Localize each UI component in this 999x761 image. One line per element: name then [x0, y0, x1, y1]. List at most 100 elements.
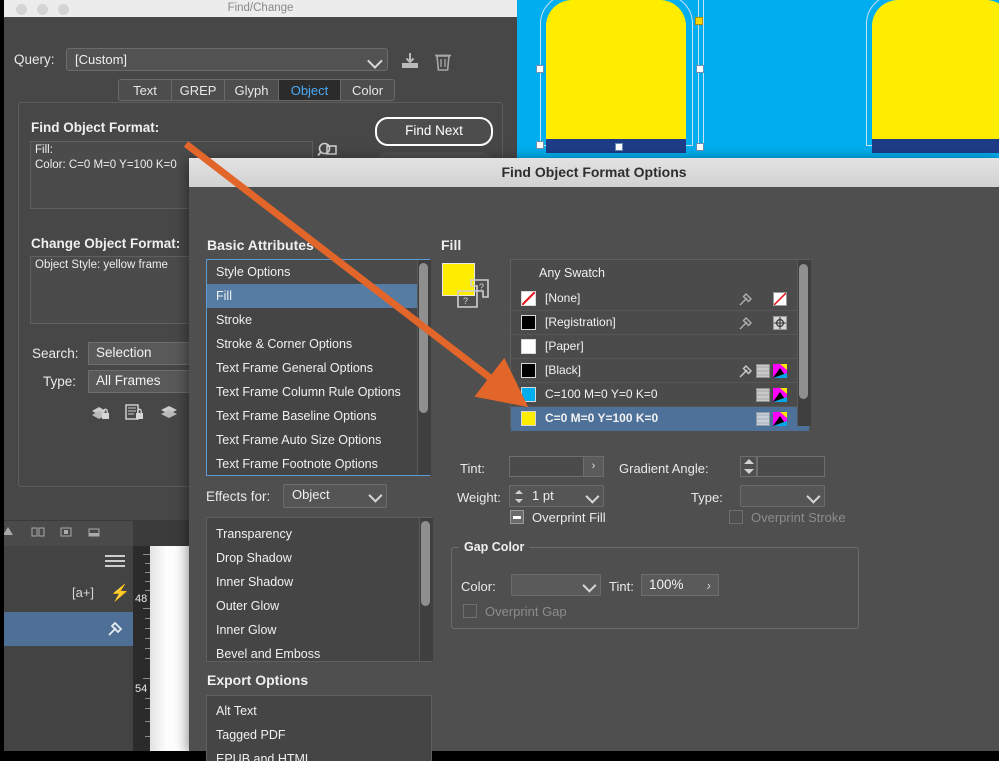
tint-input[interactable] [509, 456, 584, 477]
gap-color-legend: Gap Color [459, 540, 530, 554]
panel-tool-icon-2[interactable] [30, 525, 46, 539]
screen-edge-bottom [0, 751, 999, 761]
include-hidden-layers-icon[interactable] [158, 402, 180, 422]
weight-label: Weight: [457, 490, 501, 505]
selection-handle[interactable] [536, 65, 544, 73]
export-options-list[interactable]: Alt Text Tagged PDF EPUB and HTML [206, 695, 432, 761]
gap-tint-input[interactable]: 100% › [641, 574, 719, 596]
chevron-right-icon: › [706, 578, 711, 593]
type-select[interactable]: All Frames [88, 370, 198, 393]
registration-icon [773, 316, 787, 330]
swatch-row-registration[interactable]: [Registration] [511, 311, 809, 335]
fill-preview-icon: ? ? [442, 263, 489, 308]
spot-ink-icon [739, 317, 752, 330]
tint-label: Tint: [460, 461, 485, 476]
tab-glyph[interactable]: Glyph [225, 79, 279, 101]
svg-text:?: ? [479, 282, 484, 292]
weight-stepper[interactable] [514, 489, 525, 505]
list-item-fill[interactable]: Fill [207, 284, 429, 308]
find-change-title: Find/Change [227, 2, 294, 14]
tab-color[interactable]: Color [341, 79, 395, 101]
list-item-tf-footnote[interactable]: Text Frame Footnote Options [207, 452, 429, 475]
change-object-format-label: Change Object Format: [31, 236, 181, 251]
gradient-angle-stepper[interactable] [740, 456, 757, 477]
basic-attributes-scrollbar[interactable] [419, 263, 428, 413]
export-item-alt-text[interactable]: Alt Text [207, 699, 431, 723]
panel-tool-icon-4[interactable] [86, 525, 102, 539]
effects-item-transparency[interactable]: Transparency [207, 522, 431, 546]
tint-icon [756, 364, 770, 378]
tab-grep[interactable]: GREP [172, 79, 225, 101]
search-select[interactable]: Selection [88, 342, 198, 365]
overprint-fill-checkbox[interactable] [510, 510, 524, 524]
type-value: All Frames [96, 373, 161, 388]
panel-tool-icon-3[interactable] [58, 525, 74, 539]
selection-handle[interactable] [696, 143, 704, 151]
overprint-gap-checkbox[interactable] [463, 604, 477, 618]
effects-scrollbar[interactable] [421, 521, 430, 606]
swatch-row-yellow[interactable]: C=0 M=0 Y=100 K=0 [511, 407, 809, 431]
list-item-tf-general[interactable]: Text Frame General Options [207, 356, 429, 380]
effects-item-inner-shadow[interactable]: Inner Shadow [207, 570, 431, 594]
frame-band-3 [872, 139, 999, 153]
document-page [150, 546, 190, 751]
tab-object[interactable]: Object [279, 79, 341, 101]
quick-apply-icon: ⚡ [110, 585, 130, 602]
effects-item-drop-shadow[interactable]: Drop Shadow [207, 546, 431, 570]
gap-color-select[interactable] [511, 574, 601, 596]
selection-handle[interactable] [536, 141, 544, 149]
effects-item-inner-glow[interactable]: Inner Glow [207, 618, 431, 642]
chevron-down-icon [582, 578, 597, 593]
list-item-stroke-corner[interactable]: Stroke & Corner Options [207, 332, 429, 356]
panel-tool-icon-1[interactable] [2, 525, 18, 539]
panel-row[interactable]: [a+] ⚡ [0, 576, 133, 612]
list-item-tf-column-rule[interactable]: Text Frame Column Rule Options [207, 380, 429, 404]
chevron-down-icon [806, 489, 821, 504]
selection-handle-corner[interactable] [695, 17, 703, 25]
effects-item-bevel-emboss[interactable]: Bevel and Emboss [207, 642, 431, 661]
find-object-format-label: Find Object Format: [31, 120, 160, 135]
basic-attributes-list[interactable]: Style Options Fill Stroke Stroke & Corne… [206, 259, 430, 476]
list-item-tf-autosize[interactable]: Text Frame Auto Size Options [207, 428, 429, 452]
effects-item-outer-glow[interactable]: Outer Glow [207, 594, 431, 618]
effects-list[interactable]: Transparency Drop Shadow Inner Shadow Ou… [206, 517, 432, 662]
include-locked-stories-icon[interactable] [124, 402, 146, 422]
find-next-button[interactable]: Find Next [375, 117, 493, 146]
gap-tint-value: 100% [649, 577, 684, 592]
panel-tool-row [0, 521, 133, 547]
export-item-epub-html[interactable]: EPUB and HTML [207, 747, 431, 761]
yellow-frame-1 [546, 0, 686, 140]
list-item-stroke[interactable]: Stroke [207, 308, 429, 332]
weight-select[interactable]: 1 pt [509, 485, 604, 507]
gradient-angle-input[interactable] [757, 456, 825, 477]
text-plus-icon: [a+] [72, 585, 95, 600]
overprint-stroke-checkbox[interactable] [729, 510, 743, 524]
find-change-titlebar: Find/Change [4, 0, 517, 18]
list-item-tf-baseline[interactable]: Text Frame Baseline Options [207, 404, 429, 428]
list-item-style-options[interactable]: Style Options [207, 260, 429, 284]
export-item-tagged-pdf[interactable]: Tagged PDF [207, 723, 431, 747]
eyedropper-icon[interactable] [106, 620, 124, 638]
stroke-type-select[interactable] [740, 485, 825, 507]
selection-handle[interactable] [696, 65, 704, 73]
effects-for-select[interactable]: Object [283, 484, 387, 508]
swatch-row-cyan[interactable]: C=100 M=0 Y=0 K=0 [511, 383, 809, 407]
panel-row-selected[interactable] [0, 612, 133, 646]
tab-text[interactable]: Text [118, 79, 172, 101]
swatch-name-yellow: C=0 M=0 Y=100 K=0 [545, 411, 659, 425]
tint-popup-button[interactable]: › [583, 456, 604, 477]
swatch-row-black[interactable]: [Black] [511, 359, 809, 383]
selection-handle[interactable] [615, 143, 623, 151]
include-locked-layers-icon[interactable] [90, 402, 112, 422]
save-query-icon[interactable] [399, 51, 421, 71]
panel-menu-icon[interactable] [105, 555, 125, 567]
query-select[interactable]: [Custom] [66, 48, 388, 71]
vertical-ruler: 48 54 [133, 546, 151, 761]
swatch-row-paper[interactable]: [Paper] [511, 335, 809, 359]
swatch-list[interactable]: Any Swatch [None] [Registration] [Paper]… [510, 259, 810, 431]
swatch-scrollbar[interactable] [799, 264, 808, 399]
swatch-name-paper: [Paper] [545, 339, 584, 353]
swatch-row-none[interactable]: [None] [511, 287, 809, 311]
gradient-angle-label: Gradient Angle: [619, 461, 709, 476]
delete-query-icon[interactable] [433, 51, 453, 72]
